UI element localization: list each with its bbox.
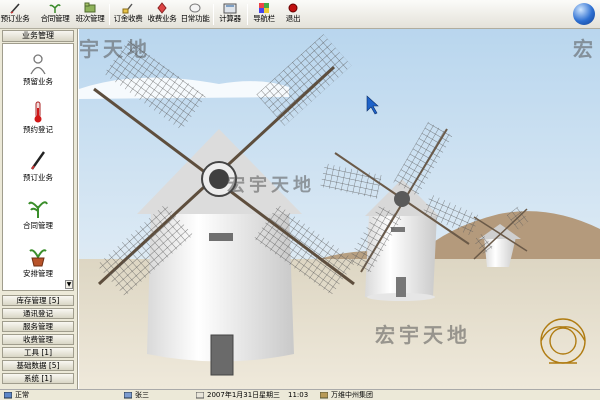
toolbar-button-contract[interactable]: 合同管理: [40, 1, 70, 28]
sidebar-item-label: 合同管理: [23, 221, 53, 230]
toolbar-separator: [109, 4, 110, 25]
plant-icon: [48, 1, 62, 14]
toolbar-label: 合同管理: [40, 14, 70, 23]
calendar-icon: [196, 391, 204, 398]
sidebar-item-order[interactable]: 预订业务: [3, 144, 73, 190]
sidebar-item-label: 安排管理: [23, 269, 53, 278]
sidebar-item-reserve[interactable]: 预留业务: [3, 48, 73, 94]
sidebar-item-contract[interactable]: 合同管理: [3, 192, 73, 238]
balloon-icon: [188, 1, 202, 14]
folder-icon: [83, 1, 97, 14]
sidebar-item-label: 预留业务: [23, 77, 53, 86]
toolbar-label: 班次管理: [75, 14, 105, 23]
toolbar-button-calculator[interactable]: 计算器: [217, 1, 243, 28]
navigator-icon: [257, 1, 271, 14]
toolbar-button-reservation[interactable]: 预订业务: [1, 1, 30, 28]
module-system-button[interactable]: 系统 [1]: [2, 373, 74, 384]
main-wallpaper: 宏宇天地 宏 宏宇天地 宏宇天地: [79, 29, 600, 389]
toolbar-label: 计算器: [219, 14, 241, 23]
pen-icon: [8, 1, 22, 14]
sidebar-item-label: 预订业务: [23, 173, 53, 182]
watermark-center: 宏宇天地: [227, 175, 315, 196]
sidebar-item-label: 预约登记: [23, 125, 53, 134]
status-weekday: 星期三: [259, 391, 280, 399]
status-bar: 正常 张三 2007年1月31日 星期三 11:03 万维中州集团: [0, 389, 600, 400]
globe-icon[interactable]: [573, 3, 595, 25]
status-company-text: 万维中州集团: [331, 391, 373, 399]
status-ready: 正常: [4, 390, 29, 400]
watermark-bottom: 宏宇天地: [375, 323, 471, 347]
pen-icon: [26, 148, 50, 172]
module-inventory-button[interactable]: 库存管理 [5]: [2, 295, 74, 306]
toolbar-button-navigator[interactable]: 导航栏: [251, 1, 277, 28]
payment-icon: [121, 1, 135, 14]
status-time: 11:03: [288, 391, 309, 399]
calculator-icon: [223, 1, 237, 14]
person-icon: [26, 52, 50, 76]
toolbar-button-charging[interactable]: 收费业务: [147, 1, 177, 28]
toolbar-label: 导航栏: [253, 14, 275, 23]
status-date-text: 2007年1月31日: [207, 391, 260, 399]
watermark-top-left: 宏宇天地: [79, 37, 151, 61]
cash-icon: [155, 1, 169, 14]
toolbar-button-daily[interactable]: 日常功能: [180, 1, 210, 28]
status-text: 正常: [15, 391, 29, 399]
thermometer-icon: [26, 100, 50, 124]
toolbar-button-shift[interactable]: 班次管理: [75, 1, 105, 28]
plant-icon: [26, 196, 50, 220]
module-basedata-button[interactable]: 基础数据 [5]: [2, 360, 74, 371]
status-company: 万维中州集团: [320, 390, 373, 400]
toolbar-separator: [213, 4, 214, 25]
exit-icon: [286, 1, 300, 14]
module-service-button[interactable]: 服务管理: [2, 321, 74, 332]
toolbar-separator: [247, 4, 248, 25]
toolbar-label: 日常功能: [180, 14, 210, 23]
module-tools-button[interactable]: 工具 [1]: [2, 347, 74, 358]
computer-icon: [4, 391, 12, 398]
sidebar-item-arrange[interactable]: 安排管理: [3, 240, 73, 286]
sidebar-item-panel: 预留业务 预约登记 预订业务 合同管理 安排管理 ▼: [2, 43, 74, 291]
windmill-illustration: [79, 29, 600, 389]
potted-plant-icon: [26, 244, 50, 268]
toolbar-label: 订金收费: [113, 14, 143, 23]
status-date: 2007年1月31日: [196, 390, 259, 400]
scroll-down-icon[interactable]: ▼: [65, 280, 73, 289]
toolbar-label: 收费业务: [147, 14, 177, 23]
sidebar: 业务管理 预留业务 预约登记 预订业务 合同管理 安排管理 ▼ 库存管理 [5]…: [0, 29, 78, 389]
module-charge-button[interactable]: 收费管理: [2, 334, 74, 345]
status-user-name: 张三: [135, 391, 149, 399]
toolbar-label: 预订业务: [0, 14, 30, 23]
toolbar-label: 退出: [285, 14, 301, 23]
watermark-top-right: 宏: [573, 37, 597, 61]
sidebar-item-booking[interactable]: 预约登记: [3, 96, 73, 142]
toolbar-button-deposit[interactable]: 订金收费: [113, 1, 143, 28]
toolbar-button-exit[interactable]: 退出: [283, 1, 303, 28]
building-icon: [320, 391, 328, 398]
toolbar: 预订业务 合同管理 班次管理 订金收费 收费业务 日常功能 计算器 导航栏 退出: [0, 0, 600, 29]
module-contacts-button[interactable]: 通讯登记: [2, 308, 74, 319]
status-user: 张三: [124, 390, 149, 400]
user-icon: [124, 391, 132, 398]
sidebar-header[interactable]: 业务管理: [2, 30, 74, 42]
